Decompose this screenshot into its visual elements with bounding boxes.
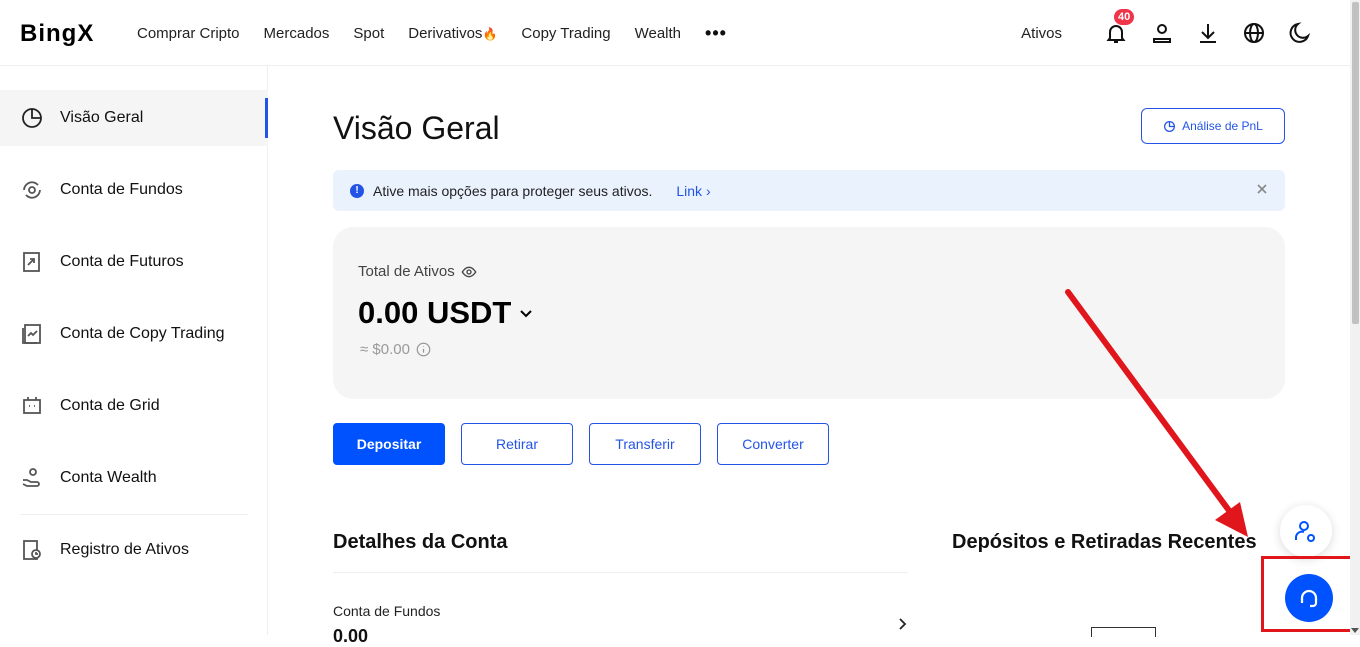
pnl-analysis-button[interactable]: Análise de PnL xyxy=(1141,108,1285,144)
main-nav: Comprar Cripto Mercados Spot Derivativos… xyxy=(137,0,727,66)
annotation-highlight-box xyxy=(1261,556,1353,632)
nav-mercados[interactable]: Mercados xyxy=(264,25,330,42)
sidebar-item-conta-de-grid[interactable]: Conta de Grid xyxy=(0,378,268,434)
info-icon: ! xyxy=(350,183,364,198)
fire-icon: 🔥 xyxy=(482,26,498,41)
download-icon[interactable] xyxy=(1196,21,1220,45)
header-actions: Ativos 40 xyxy=(1021,0,1312,66)
sidebar-item-conta-de-copy-trading[interactable]: Conta de Copy Trading xyxy=(0,306,268,362)
ativos-link[interactable]: Ativos xyxy=(1021,25,1062,42)
close-icon[interactable] xyxy=(1255,182,1269,196)
sidebar: Visão Geral Conta de Fundos Conta de Fut… xyxy=(0,66,268,635)
details-divider xyxy=(333,572,908,573)
sidebar-item-label: Conta de Copy Trading xyxy=(60,325,225,342)
sidebar-item-conta-de-futuros[interactable]: Conta de Futuros xyxy=(0,234,268,290)
more-menu-icon[interactable]: ••• xyxy=(705,23,727,44)
futures-chart-icon xyxy=(20,250,44,274)
sidebar-divider xyxy=(20,514,248,515)
nav-wealth[interactable]: Wealth xyxy=(635,25,681,42)
eye-icon[interactable] xyxy=(461,264,477,280)
total-assets-label: Total de Ativos xyxy=(358,263,477,280)
account-manager-button[interactable] xyxy=(1280,505,1332,557)
sidebar-item-label: Conta de Futuros xyxy=(60,253,184,270)
alert-message: Ative mais opções para proteger seus ati… xyxy=(373,182,653,199)
chevron-right-icon[interactable] xyxy=(895,617,909,631)
sidebar-item-label: Visão Geral xyxy=(60,109,144,126)
chevron-down-icon[interactable] xyxy=(519,306,533,320)
copy-trading-icon xyxy=(20,322,44,346)
nav-copy-trading[interactable]: Copy Trading xyxy=(521,25,610,42)
user-link-icon xyxy=(1295,521,1315,542)
info-circle-icon[interactable] xyxy=(416,342,431,357)
fund-account-label: Conta de Fundos xyxy=(333,603,441,619)
pnl-analysis-label: Análise de PnL xyxy=(1182,119,1263,133)
wealth-hand-icon xyxy=(20,466,44,490)
fund-cycle-icon xyxy=(20,178,44,202)
globe-icon[interactable] xyxy=(1242,21,1266,45)
total-assets-value[interactable]: 0.00 USDT xyxy=(358,295,533,331)
nav-derivativos-label: Derivativos xyxy=(408,24,483,42)
page-title: Visão Geral xyxy=(333,110,500,146)
pie-chart-icon xyxy=(20,106,44,130)
scroll-down-arrow[interactable] xyxy=(1351,628,1359,633)
fund-account-value: 0.00 xyxy=(333,626,369,646)
usd-equivalent-value: ≈ $0.00 xyxy=(360,341,410,358)
page-scrollbar[interactable] xyxy=(1350,0,1360,635)
security-alert: ! Ative mais opções para proteger seus a… xyxy=(333,170,1285,211)
total-assets-text: Total de Ativos xyxy=(358,263,455,280)
sidebar-item-conta-de-fundos[interactable]: Conta de Fundos xyxy=(0,162,268,218)
notification-badge: 40 xyxy=(1114,9,1135,25)
grid-bot-icon xyxy=(20,394,44,418)
action-buttons: Depositar Retirar Transferir Converter xyxy=(333,423,845,465)
sidebar-item-label: Conta de Fundos xyxy=(60,181,183,198)
total-assets-card: Total de Ativos 0.00 USDT ≈ $0.00 xyxy=(333,227,1285,399)
nav-spot[interactable]: Spot xyxy=(353,25,384,42)
convert-button[interactable]: Converter xyxy=(717,423,829,465)
sidebar-item-visao-geral[interactable]: Visão Geral xyxy=(0,90,268,146)
transfer-button[interactable]: Transferir xyxy=(589,423,701,465)
asset-record-icon xyxy=(20,538,44,562)
usd-equivalent: ≈ $0.00 xyxy=(360,341,431,358)
bingx-logo[interactable]: BingX xyxy=(20,20,94,48)
deposit-button[interactable]: Depositar xyxy=(333,423,445,465)
alert-link[interactable]: Link › xyxy=(676,183,710,199)
top-header: BingX Comprar Cripto Mercados Spot Deriv… xyxy=(0,0,1350,66)
nav-comprar-cripto[interactable]: Comprar Cripto xyxy=(137,25,240,42)
sidebar-item-conta-wealth[interactable]: Conta Wealth xyxy=(0,450,268,506)
sidebar-item-label: Registro de Ativos xyxy=(60,541,189,558)
total-value-number: 0.00 xyxy=(358,295,419,330)
account-details-title: Detalhes da Conta xyxy=(333,531,508,553)
bell-icon[interactable]: 40 xyxy=(1104,9,1135,45)
recent-transactions-title: Depósitos e Retiradas Recentes xyxy=(952,531,1257,553)
moon-icon[interactable] xyxy=(1288,21,1312,45)
total-value-currency: USDT xyxy=(426,295,512,330)
empty-state-illustration xyxy=(1091,627,1156,637)
user-icon[interactable] xyxy=(1150,21,1174,45)
scrollbar-thumb[interactable] xyxy=(1352,2,1359,324)
sidebar-item-registro-de-ativos[interactable]: Registro de Ativos xyxy=(0,522,268,578)
sidebar-item-label: Conta Wealth xyxy=(60,469,157,486)
withdraw-button[interactable]: Retirar xyxy=(461,423,573,465)
nav-derivativos[interactable]: Derivativos🔥 xyxy=(408,25,497,42)
sidebar-item-label: Conta de Grid xyxy=(60,397,160,414)
pie-chart-icon xyxy=(1164,120,1176,132)
